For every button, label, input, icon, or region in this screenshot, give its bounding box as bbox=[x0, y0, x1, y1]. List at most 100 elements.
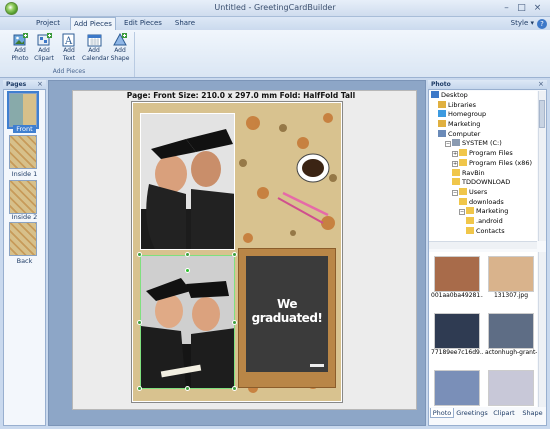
tree-node[interactable]: downloads bbox=[429, 197, 537, 208]
add-photo-label-2: Photo bbox=[11, 54, 29, 62]
add-photo-button[interactable]: Add Photo bbox=[8, 33, 32, 69]
tab-edit-pieces[interactable]: Edit Pieces bbox=[120, 17, 166, 30]
page-thumbnail-inside-2[interactable] bbox=[9, 180, 37, 214]
tree-scrollbar-thumb[interactable] bbox=[539, 100, 545, 128]
folder-icon bbox=[452, 178, 460, 186]
pages-panel-close-icon[interactable]: × bbox=[37, 80, 43, 88]
folder-icon bbox=[466, 216, 474, 224]
resize-handle[interactable] bbox=[137, 252, 142, 257]
tree-node-label: Program Files bbox=[469, 149, 513, 158]
tab-project[interactable]: Project bbox=[30, 17, 66, 30]
tree-node[interactable]: TDDOWNLOAD bbox=[429, 178, 537, 188]
resize-handle[interactable] bbox=[232, 252, 237, 257]
minimize-button[interactable]: – bbox=[500, 2, 513, 14]
blackboard-text[interactable]: We graduated! bbox=[246, 297, 328, 325]
expand-icon[interactable]: + bbox=[452, 151, 458, 158]
tree-node[interactable]: + Program Files bbox=[429, 149, 537, 159]
add-calendar-label-1: Add bbox=[88, 47, 100, 54]
tree-node[interactable]: − SYSTEM (C:) bbox=[429, 139, 537, 149]
photo-thumbnail[interactable]: 77189ee7c16d9... bbox=[431, 313, 483, 356]
bottom-tab-greetings[interactable]: Greetings bbox=[456, 408, 488, 418]
tree-node[interactable]: Desktop bbox=[429, 91, 537, 101]
resize-handle[interactable] bbox=[185, 386, 190, 391]
tab-share[interactable]: Share bbox=[170, 17, 200, 30]
user-folder-icon bbox=[438, 120, 446, 128]
resize-handle[interactable] bbox=[137, 386, 142, 391]
rotate-handle[interactable] bbox=[185, 268, 190, 273]
computer-icon bbox=[438, 129, 446, 137]
collapse-icon[interactable]: − bbox=[452, 189, 458, 196]
add-shape-button[interactable]: Add Shape bbox=[108, 33, 132, 69]
homegroup-icon bbox=[438, 110, 446, 118]
tree-node-label: Homegroup bbox=[448, 110, 487, 119]
tab-add-pieces[interactable]: Add Pieces bbox=[70, 17, 116, 30]
tree-node-label: Marketing bbox=[448, 120, 481, 129]
photo-panel-close-icon[interactable]: × bbox=[538, 80, 544, 88]
thumbnails-scrollbar[interactable] bbox=[538, 252, 546, 407]
expand-icon[interactable]: + bbox=[452, 160, 458, 167]
resize-handle[interactable] bbox=[137, 320, 142, 325]
window-title: Untitled - GreetingCardBuilder bbox=[214, 3, 336, 12]
tree-node[interactable]: − Marketing bbox=[429, 207, 537, 217]
page-label-back: Back bbox=[16, 257, 33, 265]
graduates-photo-1 bbox=[141, 114, 234, 249]
page-thumbnail-front[interactable] bbox=[7, 91, 39, 129]
add-text-button[interactable]: A Add Text bbox=[57, 33, 81, 69]
thumbnail-image bbox=[434, 370, 480, 406]
library-icon bbox=[438, 100, 446, 108]
page-thumbnail-inside-1[interactable] bbox=[9, 135, 37, 169]
tree-node[interactable]: RavBin bbox=[429, 168, 537, 179]
photo-thumbnail[interactable]: 131307.jpg bbox=[485, 256, 537, 299]
folder-tree: Desktop Libraries Homegroup Marketing Comput… bbox=[429, 91, 537, 241]
style-menu[interactable]: Style ▾ bbox=[511, 17, 534, 30]
tree-node-label: RavBin bbox=[462, 168, 485, 177]
tree-node[interactable]: + Program Files (x86) bbox=[429, 158, 537, 169]
maximize-button[interactable]: □ bbox=[515, 2, 528, 14]
photo-thumbnail[interactable]: 001aa0ba49281... bbox=[431, 256, 483, 299]
photo-frame-top[interactable] bbox=[140, 113, 235, 250]
photo-thumbnail[interactable] bbox=[431, 370, 483, 406]
add-shape-icon bbox=[112, 33, 127, 46]
tree-node[interactable]: Libraries bbox=[429, 100, 537, 111]
page-label-inside-1: Inside 1 bbox=[11, 170, 38, 178]
add-clipart-label-2: Clipart bbox=[34, 54, 54, 62]
tree-node[interactable]: .android bbox=[429, 216, 537, 227]
add-calendar-button[interactable]: Add Calendar bbox=[82, 33, 109, 69]
tree-node-label: Marketing bbox=[476, 207, 509, 216]
add-photo-label-1: Add bbox=[14, 47, 26, 54]
thumbnail-label: 131307.jpg bbox=[493, 292, 529, 299]
add-calendar-label-2: Calendar bbox=[82, 54, 109, 62]
tree-node-label: Libraries bbox=[448, 100, 477, 109]
page-label-front: Front bbox=[16, 125, 33, 133]
tree-horizontal-scrollbar[interactable] bbox=[429, 241, 537, 249]
folder-icon bbox=[459, 187, 467, 195]
bottom-tab-shape[interactable]: Shape bbox=[520, 408, 545, 418]
ribbon-group-label: Add Pieces bbox=[52, 68, 86, 75]
folder-icon bbox=[466, 226, 474, 234]
help-icon[interactable]: ? bbox=[537, 19, 547, 29]
folder-icon bbox=[459, 197, 467, 205]
bottom-tab-clipart[interactable]: Clipart bbox=[490, 408, 518, 418]
resize-handle[interactable] bbox=[232, 320, 237, 325]
tree-node[interactable]: Marketing bbox=[429, 120, 537, 130]
tree-node[interactable]: Homegroup bbox=[429, 110, 537, 120]
photo-frame-bottom-selected[interactable] bbox=[140, 255, 235, 389]
drive-icon bbox=[452, 139, 460, 147]
tree-node-label: Program Files (x86) bbox=[469, 158, 533, 167]
tree-node[interactable]: Contacts bbox=[429, 226, 537, 237]
bottom-tab-photo[interactable]: Photo bbox=[430, 408, 454, 418]
photo-thumbnail[interactable] bbox=[485, 370, 537, 406]
tree-node[interactable]: − Users bbox=[429, 187, 537, 198]
page-thumbnail-back[interactable] bbox=[9, 222, 37, 256]
photo-thumbnail[interactable]: actonhugh-grant-... bbox=[485, 313, 537, 356]
thumbnail-label: 77189ee7c16d9... bbox=[431, 349, 483, 356]
add-clipart-button[interactable]: Add Clipart bbox=[32, 33, 56, 69]
collapse-icon[interactable]: − bbox=[459, 209, 465, 216]
thumbnail-image bbox=[434, 313, 480, 349]
tree-node[interactable]: Computer bbox=[429, 129, 537, 140]
resize-handle[interactable] bbox=[232, 386, 237, 391]
tree-node-label: TDDOWNLOAD bbox=[462, 178, 511, 187]
resize-handle[interactable] bbox=[185, 252, 190, 257]
collapse-icon[interactable]: − bbox=[445, 141, 451, 148]
close-button[interactable]: × bbox=[531, 2, 544, 14]
